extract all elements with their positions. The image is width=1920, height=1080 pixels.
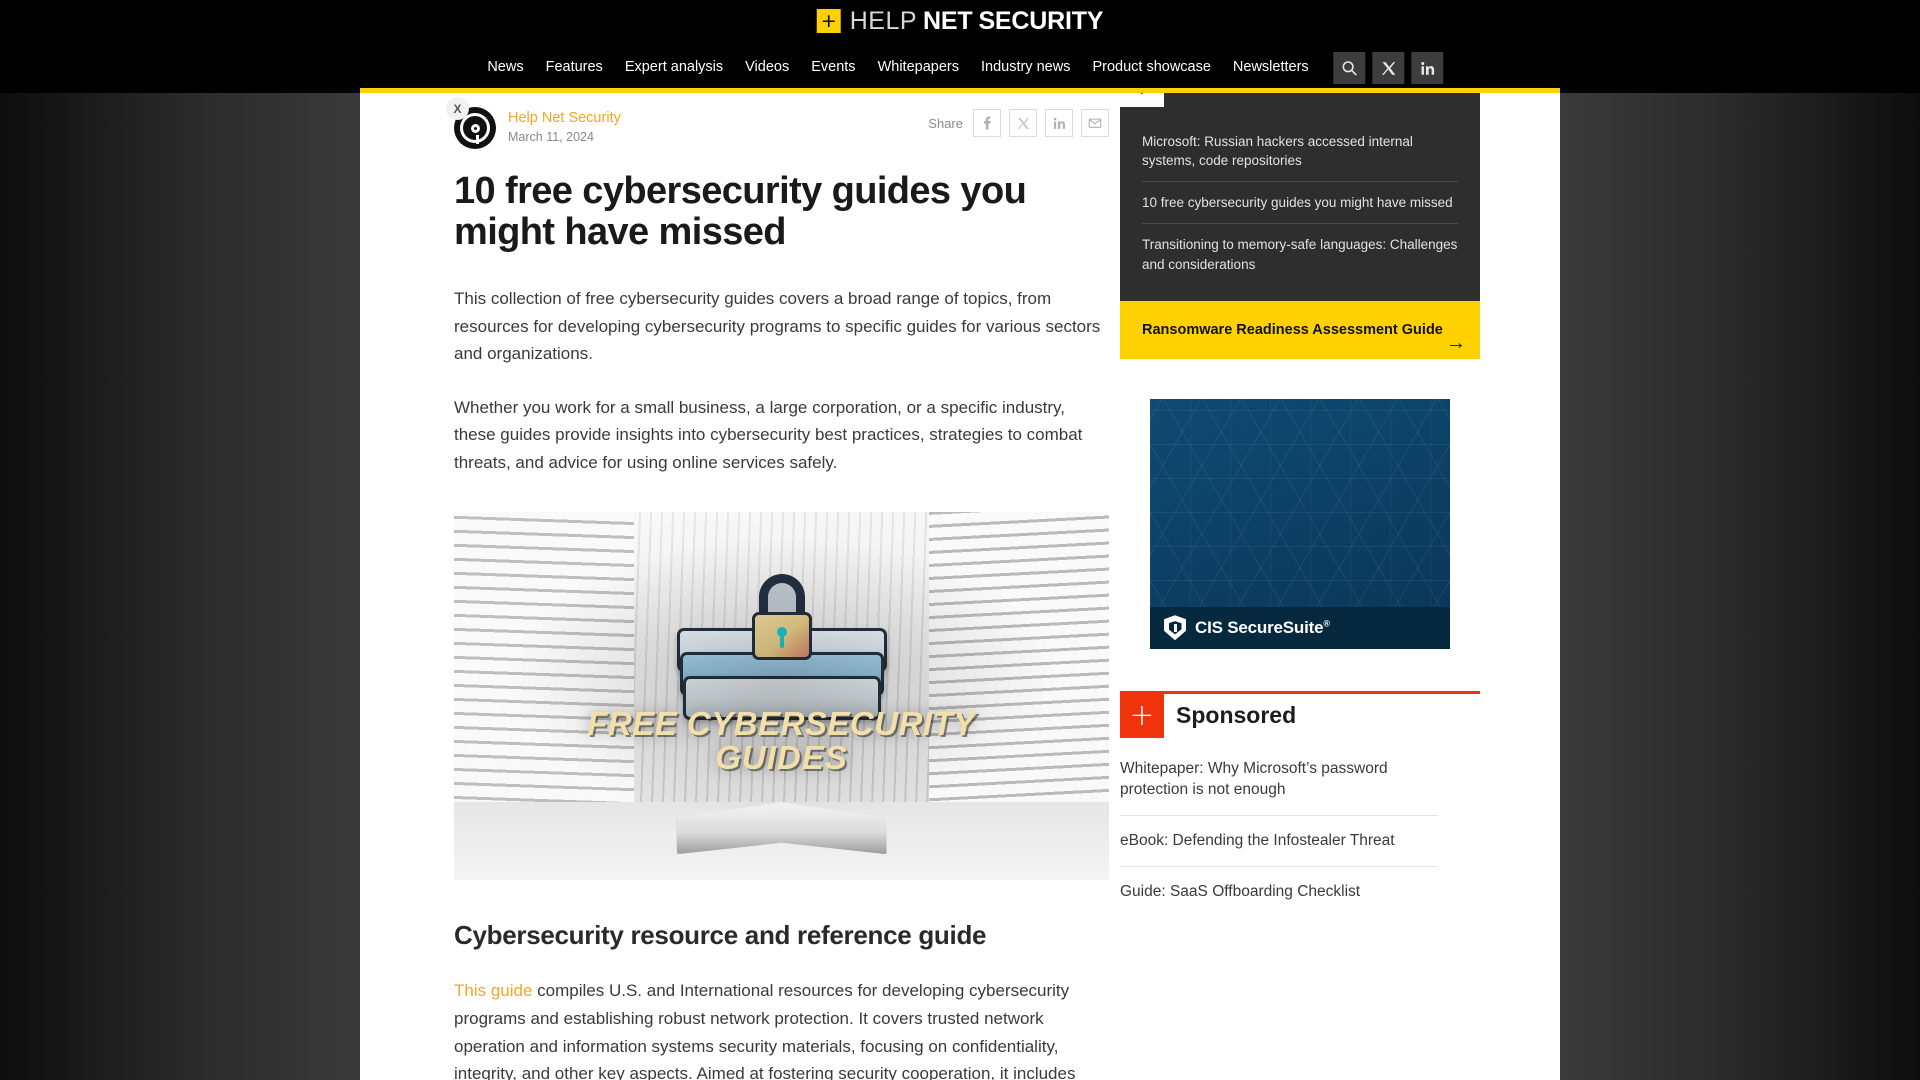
sponsored-item[interactable]: eBook: Defending the Infostealer Threat	[1120, 816, 1438, 867]
header-accent-rule	[360, 88, 1560, 93]
linkedin-icon[interactable]	[1411, 52, 1444, 84]
cis-securesuite-ad[interactable]: CIS SecureSuite®	[1150, 398, 1450, 649]
ransomware-banner[interactable]: Ransomware Readiness Assessment Guide →	[1120, 300, 1480, 359]
nav-item-industry-news[interactable]: Industry news	[970, 53, 1081, 82]
featured-news-item[interactable]: Transitioning to memory-safe languages: …	[1142, 224, 1458, 284]
ad-brand-bar: CIS SecureSuite®	[1150, 606, 1450, 649]
article-paragraph-2: Whether you work for a small business, a…	[454, 397, 1083, 472]
share-label: Share	[928, 115, 963, 131]
article-author[interactable]: Help Net Security	[508, 109, 621, 128]
sponsored-item[interactable]: Whitepaper: Why Microsoft’s password pro…	[1120, 744, 1438, 817]
cis-shield-icon	[1164, 615, 1186, 641]
x-icon[interactable]	[1372, 52, 1405, 84]
hero-image-caption: FREE CYBERSECURITY GUIDES	[454, 707, 1109, 774]
page-root: + HELP NET SECURITY News Features Expert…	[0, 0, 1920, 1080]
left-rail	[0, 0, 360, 1080]
this-guide-link[interactable]: This guide	[454, 981, 532, 1000]
site-header: + HELP NET SECURITY News Features Expert…	[0, 0, 1920, 93]
content-column: X Help Net Security March 11, 2024 Share	[360, 63, 1560, 1080]
page-title: 10 free cybersecurity guides you might h…	[454, 170, 1027, 254]
arrow-right-icon: →	[1446, 331, 1466, 354]
avatar-x-badge-icon: X	[446, 97, 469, 120]
sponsored-title: Sponsored	[1176, 702, 1296, 729]
article-section-heading: Cybersecurity resource and reference gui…	[454, 920, 987, 951]
cis-brand-text: CIS SecureSuite	[1195, 617, 1324, 637]
cis-brand-name: CIS SecureSuite®	[1195, 618, 1330, 638]
hero-caption-line-2: GUIDES	[715, 738, 848, 776]
site-logo[interactable]: + HELP NET SECURITY	[816, 7, 1104, 36]
logo-help-text: HELP	[849, 6, 918, 35]
sponsored-header: + Sponsored	[1120, 693, 1480, 738]
sponsored-title-text: Sponsored	[1176, 702, 1297, 729]
logo-net-text: NET	[923, 6, 973, 35]
article: X Help Net Security March 11, 2024 Share	[446, 93, 1109, 1080]
featured-news-list: Microsoft: Russian hackers accessed inte…	[1120, 107, 1480, 301]
share-email-icon[interactable]	[1081, 109, 1109, 137]
article-paragraph-3: This guide compiles U.S. and Internation…	[454, 977, 1109, 1080]
nav-item-features[interactable]: Features	[535, 53, 614, 82]
nav-item-whitepapers[interactable]: Whitepapers	[867, 53, 970, 82]
sponsored-list: Whitepaper: Why Microsoft’s password pro…	[1120, 744, 1480, 917]
nav-item-newsletters[interactable]: Newsletters	[1222, 53, 1320, 82]
nav-item-videos[interactable]: Videos	[734, 53, 800, 82]
ransomware-banner-label: Ransomware Readiness Assessment Guide	[1142, 321, 1443, 338]
article-paragraph-1: This collection of free cybersecurity gu…	[454, 289, 1101, 364]
nav-item-expert-analysis[interactable]: Expert analysis	[614, 53, 734, 82]
featured-news-item[interactable]: Microsoft: Russian hackers accessed inte…	[1142, 121, 1458, 183]
logo-security-text: SECURITY	[978, 6, 1104, 35]
sidebar: + Featured news Microsoft: Russian hacke…	[1120, 63, 1480, 917]
logo-plus-icon: +	[816, 9, 841, 33]
article-byline: X Help Net Security March 11, 2024 Share	[446, 93, 1109, 149]
search-icon[interactable]	[1333, 52, 1366, 84]
byline-meta: Help Net Security March 11, 2024	[508, 107, 621, 144]
main-navigation: News Features Expert analysis Videos Eve…	[476, 52, 1444, 84]
article-date: March 11, 2024	[508, 129, 594, 144]
nav-item-news[interactable]: News	[476, 53, 534, 82]
featured-news-item[interactable]: 10 free cybersecurity guides you might h…	[1142, 182, 1458, 225]
cis-trademark: ®	[1323, 618, 1330, 629]
header-icon-group	[1333, 52, 1444, 84]
share-facebook-icon[interactable]	[973, 109, 1001, 137]
logo-wordmark: HELP NET SECURITY	[850, 7, 1104, 36]
sponsored-section: + Sponsored Whitepaper: Why Microsoft’s …	[1120, 690, 1480, 917]
sponsored-item[interactable]: Guide: SaaS Offboarding Checklist	[1120, 867, 1438, 917]
hero-caption-line-1: FREE CYBERSECURITY	[587, 705, 976, 743]
article-hero-image: FREE CYBERSECURITY GUIDES	[454, 512, 1109, 881]
featured-news-card: + Featured news Microsoft: Russian hacke…	[1120, 63, 1480, 301]
share-x-icon[interactable]	[1009, 109, 1037, 137]
avatar: X	[446, 97, 496, 149]
nav-item-events[interactable]: Events	[800, 53, 866, 82]
share-linkedin-icon[interactable]	[1045, 109, 1073, 137]
share-bar: Share	[928, 109, 1109, 137]
nav-item-product-showcase[interactable]: Product showcase	[1081, 53, 1221, 82]
right-rail	[1560, 0, 1920, 1080]
article-paragraph-3-text: compiles U.S. and International resource…	[454, 981, 1076, 1080]
sponsored-plus-icon: +	[1120, 693, 1164, 738]
